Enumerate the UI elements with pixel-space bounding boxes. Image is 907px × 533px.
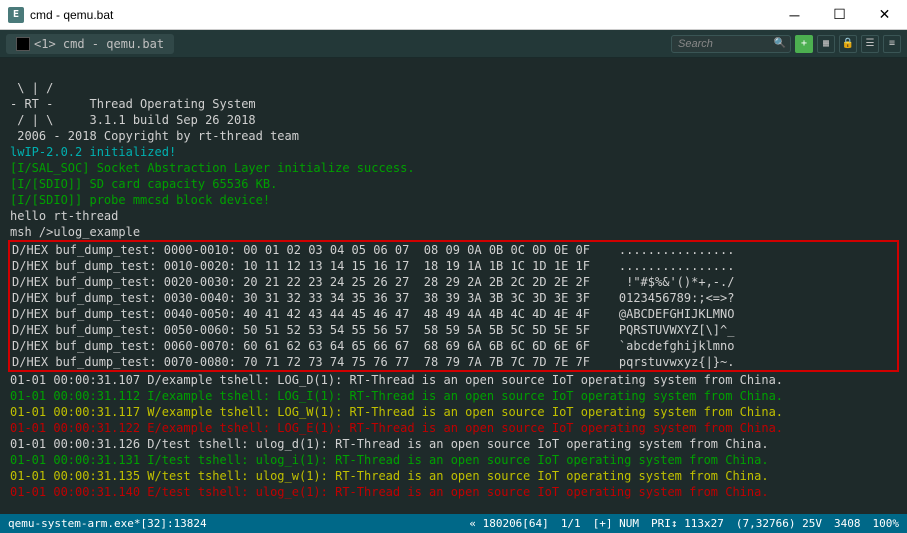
banner-line: - RT - Thread Operating System [10,97,256,111]
log-error-line: 01-01 00:00:31.122 E/example tshell: LOG… [10,421,783,435]
grid-button[interactable]: ▦ [817,35,835,53]
hex-line: D/HEX buf_dump_test: 0030-0040: 30 31 32… [12,291,734,305]
log-debug-line: 01-01 00:00:31.107 D/example tshell: LOG… [10,373,783,387]
status-lock: [+] NUM [593,517,639,530]
statusbar: qemu-system-arm.exe*[32]:13824 « 180206[… [0,514,907,533]
minimize-button[interactable]: ─ [772,0,817,30]
ulog-warn-line: 01-01 00:00:31.135 W/test tshell: ulog_w… [10,469,769,483]
app-icon: E [8,7,24,23]
hex-line: D/HEX buf_dump_test: 0040-0050: 40 41 42… [12,307,734,321]
toolbar: <1> cmd - qemu.bat Search + ▦ 🔒 ☰ ≡ [0,30,907,58]
tab-active[interactable]: <1> cmd - qemu.bat [6,34,174,54]
status-position: 1/1 [561,517,581,530]
msh-line: msh />ulog_example [10,225,140,239]
search-input[interactable]: Search [671,35,791,53]
banner-line: \ | / [10,81,53,95]
close-button[interactable]: ✕ [862,0,907,30]
status-pri: PRI↕ 113x27 [651,517,724,530]
hex-line: D/HEX buf_dump_test: 0050-0060: 50 51 52… [12,323,734,337]
status-zoom: 100% [873,517,900,530]
status-mem: (7,32766) 25V [736,517,822,530]
titlebar: E cmd - qemu.bat ─ ☐ ✕ [0,0,907,30]
log-warn-line: 01-01 00:00:31.117 W/example tshell: LOG… [10,405,783,419]
status-encoding: « 180206[64] [469,517,548,530]
maximize-button[interactable]: ☐ [817,0,862,30]
ulog-info-line: 01-01 00:00:31.131 I/test tshell: ulog_i… [10,453,769,467]
sdio-line: [I/[SDIO]] probe mmcsd block device! [10,193,270,207]
hex-line: D/HEX buf_dump_test: 0020-0030: 20 21 22… [12,275,734,289]
banner-line: 2006 - 2018 Copyright by rt-thread team [10,129,299,143]
sdio-line: [I/[SDIO]] SD card capacity 65536 KB. [10,177,277,191]
hex-line: D/HEX buf_dump_test: 0010-0020: 10 11 12… [12,259,734,273]
banner-line: / | \ 3.1.1 build Sep 26 2018 [10,113,256,127]
window-title: cmd - qemu.bat [30,8,772,22]
hex-line: D/HEX buf_dump_test: 0060-0070: 60 61 62… [12,339,734,353]
ulog-debug-line: 01-01 00:00:31.126 D/test tshell: ulog_d… [10,437,769,451]
terminal-output[interactable]: \ | / - RT - Thread Operating System / |… [0,58,907,514]
hex-line: D/HEX buf_dump_test: 0000-0010: 00 01 02… [12,243,734,257]
status-size: 3408 [834,517,861,530]
hex-dump-box: D/HEX buf_dump_test: 0000-0010: 00 01 02… [8,240,899,372]
menu-button[interactable]: ≡ [883,35,901,53]
tab-label: <1> cmd - qemu.bat [34,37,164,51]
sal-line: [I/SAL_SOC] Socket Abstraction Layer ini… [10,161,415,175]
status-path: qemu-system-arm.exe*[32]:13824 [8,517,457,530]
list-button[interactable]: ☰ [861,35,879,53]
ulog-error-line: 01-01 00:00:31.140 E/test tshell: ulog_e… [10,485,769,499]
add-tab-button[interactable]: + [795,35,813,53]
hex-line: D/HEX buf_dump_test: 0070-0080: 70 71 72… [12,355,734,369]
hello-line: hello rt-thread [10,209,118,223]
lock-button[interactable]: 🔒 [839,35,857,53]
lwip-line: lwIP-2.0.2 initialized! [10,145,176,159]
log-info-line: 01-01 00:00:31.112 I/example tshell: LOG… [10,389,783,403]
terminal-icon [16,37,30,51]
